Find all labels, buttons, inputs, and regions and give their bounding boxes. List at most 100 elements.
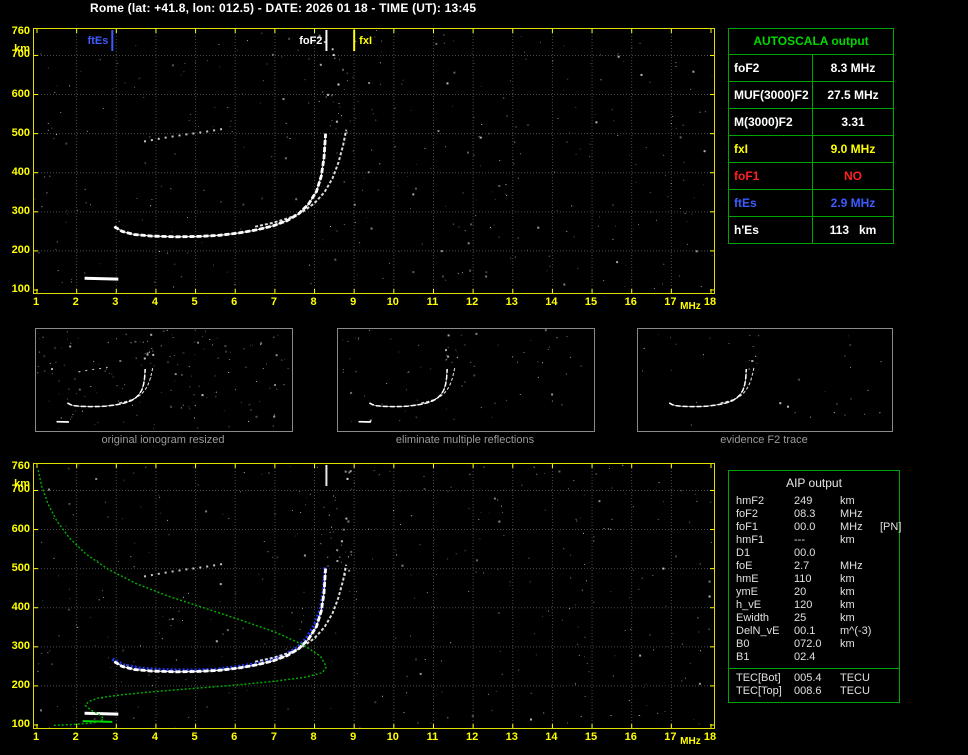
- x-tick-14: 14: [545, 296, 558, 308]
- x-tick-6: 6: [231, 731, 238, 743]
- x-tick-13: 13: [505, 731, 518, 743]
- es-trace: [84, 276, 119, 281]
- thumbnail-original-ionogram: [35, 328, 293, 432]
- aip-param-label: B0: [736, 638, 750, 650]
- x-tick-13: 13: [505, 296, 518, 308]
- aip-param-extra: [880, 638, 899, 651]
- autoscala-table-rows: foF2 8.3 MHz MUF(3000)F2 27.5 MHz M(3000)F2 3…: [729, 55, 893, 243]
- aip-table-title: AIP output: [786, 476, 842, 490]
- autoscala-param-value: 8.3 MHz: [830, 61, 876, 75]
- autoscala-param-value: 3.31: [841, 115, 865, 129]
- x-tick-7: 7: [270, 731, 277, 743]
- station-title: Rome (lat: +41.8, lon: 012.5) - DATE: 20…: [90, 1, 477, 15]
- y-tick-200: 200: [11, 243, 30, 256]
- thumbnail-caption-original: original ionogram resized: [101, 434, 225, 446]
- top-ionogram-canvas: [34, 29, 714, 293]
- electron-density-profile: [37, 469, 328, 727]
- aip-param-label: h_vE: [736, 599, 762, 611]
- x-tick-9: 9: [350, 296, 357, 308]
- aip-param-value: 072.0: [794, 638, 822, 650]
- aip-param-unit: MHz: [840, 521, 863, 533]
- aip-row-hme: hmE 110 km: [729, 573, 899, 586]
- aip-row-fof2: foF2 08.3 MHz: [729, 508, 899, 521]
- bottom-ionogram-canvas: [34, 464, 714, 728]
- aip-param-unit: m^(-3): [840, 625, 872, 637]
- autoscala-param-value: 27.5 MHz: [827, 88, 879, 102]
- aip-param-label: TEC[Top]: [736, 685, 782, 697]
- y-tick-760: 760: [11, 25, 30, 37]
- aip-param-unit: [840, 547, 880, 560]
- x-tick-1: 1: [32, 296, 40, 308]
- aip-param-unit: TECU: [840, 672, 870, 684]
- aip-row-ewidth: Ewidth 25 km: [729, 612, 899, 625]
- aip-param-unit: km: [840, 612, 855, 624]
- fof2-marker-label: foF2: [299, 35, 323, 47]
- x-tick-4: 4: [151, 731, 158, 743]
- aip-param-unit: km: [840, 534, 855, 546]
- aip-param-extra: [880, 495, 899, 508]
- autoscala-row-ftes: ftEs 2.9 MHz: [729, 190, 893, 217]
- ftes-marker-label: ftEs: [87, 35, 109, 47]
- aip-param-label: DelN_vE: [736, 625, 780, 637]
- es-marker-green: [82, 720, 113, 723]
- aip-row-tec-bot-: TEC[Bot] 005.4 TECU: [729, 672, 899, 685]
- aip-param-label: hmF2: [736, 495, 765, 507]
- f2-trace: [67, 368, 146, 408]
- y-tick-400: 400: [11, 600, 30, 613]
- y-tick-600: 600: [11, 87, 30, 100]
- top-ionogram-plot: ftEs foF2 fxI: [33, 28, 715, 294]
- x-tick-6: 6: [231, 296, 238, 308]
- aip-param-extra: [880, 534, 899, 547]
- aip-row-b0: B0 072.0 km: [729, 638, 899, 651]
- x-tick-18: 18: [703, 731, 717, 743]
- autoscala-param-label: fxI: [729, 136, 813, 162]
- aip-param-label: Ewidth: [736, 612, 770, 624]
- aip-param-label: hmE: [736, 573, 759, 585]
- aip-param-value: 20: [794, 586, 807, 598]
- aip-param-extra: [PN]: [880, 521, 902, 533]
- autoscala-row-fof1: foF1 NO: [729, 163, 893, 190]
- thumbnail-eliminate-canvas: [342, 329, 582, 423]
- aip-param-unit: [840, 651, 880, 664]
- aip-param-extra: [880, 586, 899, 599]
- x-axis-unit: MHz: [680, 736, 701, 747]
- aip-param-extra: [880, 560, 899, 573]
- aip-param-extra: [880, 547, 899, 560]
- autoscala-screen: Rome (lat: +41.8, lon: 012.5) - DATE: 20…: [0, 0, 968, 755]
- x-tick-5: 5: [191, 296, 198, 308]
- thumbnail-evidence-f2: [637, 328, 893, 432]
- x-tick-16: 16: [624, 731, 637, 743]
- aip-param-label: foF2: [736, 508, 759, 520]
- aip-param-value: 00.0: [794, 547, 816, 559]
- x-tick-11: 11: [426, 296, 439, 308]
- aip-param-extra: [880, 625, 899, 638]
- y-tick-400: 400: [11, 165, 30, 178]
- x-tick-2: 2: [72, 731, 79, 743]
- aip-param-label: foF1: [736, 521, 759, 533]
- aip-row-tec-top-: TEC[Top] 008.6 TECU: [729, 685, 899, 698]
- autoscala-param-label: foF1: [729, 163, 813, 189]
- x-tick-15: 15: [584, 731, 598, 743]
- aip-param-value: 25: [794, 612, 807, 624]
- y-tick-200: 200: [11, 678, 30, 691]
- aip-row-deln-ve: DelN_vE 00.1 m^(-3): [729, 625, 899, 638]
- x-tick-12: 12: [465, 296, 479, 308]
- x-tick-16: 16: [624, 296, 637, 308]
- aip-param-value: 08.3: [794, 508, 816, 520]
- x-tick-5: 5: [191, 731, 198, 743]
- f2-trace: [369, 368, 448, 408]
- y-tick-100: 100: [11, 283, 30, 295]
- x-tick-14: 14: [545, 731, 558, 743]
- aip-param-value: 120: [794, 599, 813, 611]
- aip-param-value: 249: [794, 495, 813, 507]
- aip-param-value: ---: [794, 534, 805, 546]
- aip-param-extra: [880, 599, 899, 612]
- aip-param-value: 00.0: [794, 521, 816, 533]
- aip-param-value: 00.1: [794, 625, 816, 637]
- aip-param-label: B1: [736, 651, 750, 663]
- aip-param-unit: MHz: [840, 560, 863, 572]
- aip-param-extra: [880, 508, 899, 521]
- es-trace: [84, 711, 119, 716]
- aip-row-fof1: foF1 00.0 MHz [PN]: [729, 521, 902, 534]
- aip-param-unit: MHz: [840, 508, 863, 520]
